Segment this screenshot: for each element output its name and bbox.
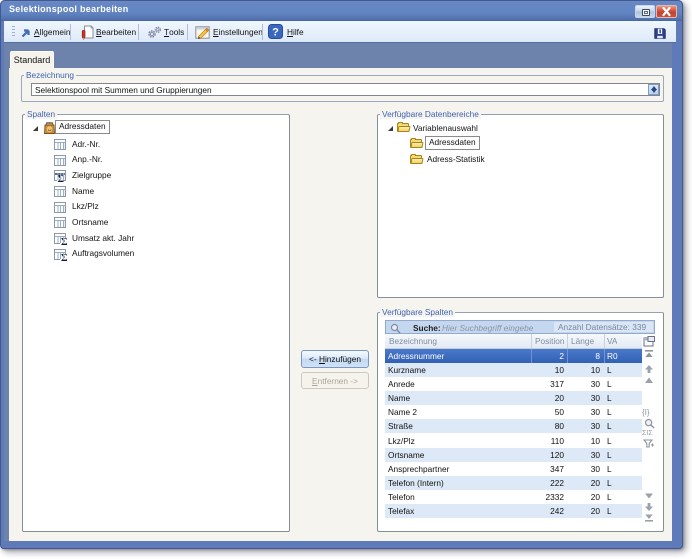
svg-text:?: ? [272,27,279,39]
